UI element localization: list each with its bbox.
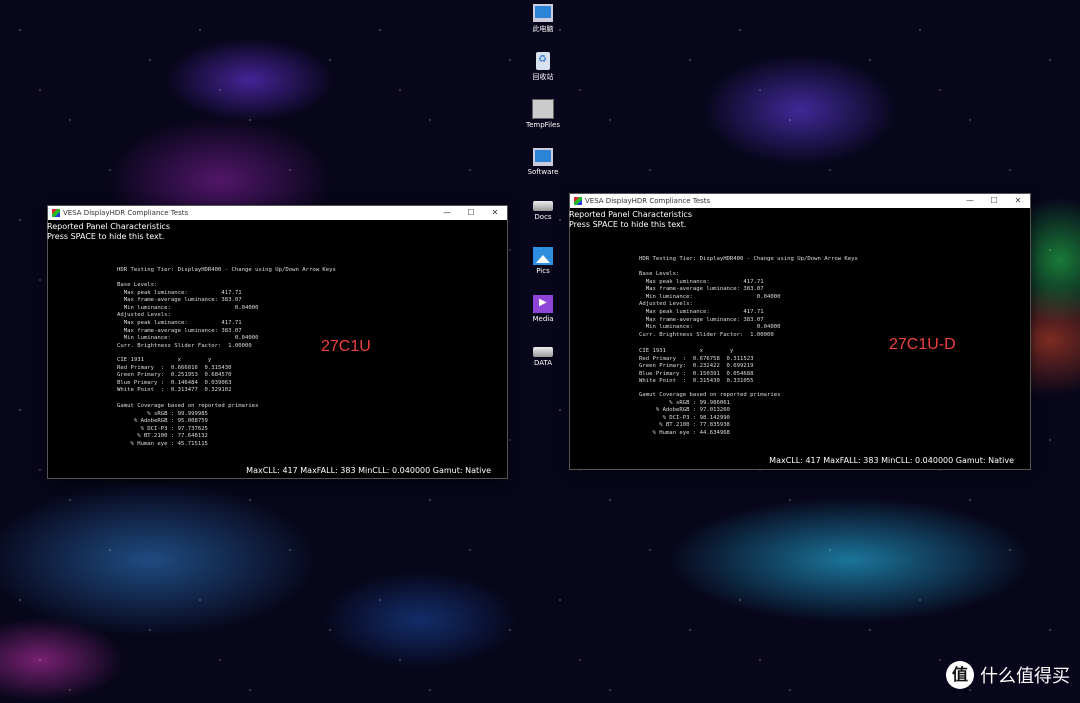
desktop-icon-label: Docs <box>534 213 552 221</box>
notice-heading: Reported Panel Characteristics <box>47 222 170 231</box>
close-button[interactable]: ✕ <box>483 206 507 220</box>
luminance-levels: Base Levels: Max peak luminance: 417.71 … <box>117 282 259 349</box>
desktop-icon-this-pc[interactable]: 此电脑 <box>522 2 564 34</box>
desktop-icon-software[interactable]: Software <box>522 146 564 176</box>
tier-line: HDR Testing Tier: DisplayHDR400 - Change… <box>639 256 858 262</box>
desktop-icon-label: Software <box>527 168 559 176</box>
desktop-icon-label: Pics <box>536 267 550 275</box>
drive-icon <box>533 347 553 357</box>
desktop-icon-label: Media <box>532 315 554 323</box>
gamut-coverage: Gamut Coverage based on reported primari… <box>117 403 259 447</box>
desktop-icon-label: TempFiles <box>525 121 560 129</box>
vesa-window-right[interactable]: VESA DisplayHDR Compliance Tests — ☐ ✕ R… <box>569 193 1031 470</box>
watermark-text: 什么值得买 <box>980 666 1070 687</box>
watermark-badge: 值 <box>946 661 974 689</box>
notice-heading: Reported Panel Characteristics <box>569 210 692 219</box>
panel-notice: Reported Panel Characteristics Press SPA… <box>47 220 507 242</box>
pictures-icon <box>533 247 553 265</box>
maximize-button[interactable]: ☐ <box>459 206 483 220</box>
cie-primaries: CIE 1931 x y Red Primary : 0.666016 0.31… <box>117 357 232 394</box>
recycle-bin-icon <box>536 52 550 70</box>
monitor-icon <box>533 4 553 22</box>
desktop-icon-label: 此电脑 <box>532 25 554 33</box>
desktop-icon-docs[interactable]: Docs <box>522 195 564 221</box>
media-icon <box>533 295 553 313</box>
window-title: VESA DisplayHDR Compliance Tests <box>585 197 711 205</box>
luminance-levels: Base Levels: Max peak luminance: 417.71 … <box>639 271 781 338</box>
desktop-icon-label: 回收站 <box>532 73 554 81</box>
notice-hint: Press SPACE to hide this text. <box>569 220 687 229</box>
desktop-icon-recycle-bin[interactable]: 回收站 <box>522 50 564 82</box>
watermark: 值 什么值得买 <box>946 661 1070 689</box>
tier-line: HDR Testing Tier: DisplayHDR400 - Change… <box>117 267 336 273</box>
window-title: VESA DisplayHDR Compliance Tests <box>63 209 189 217</box>
status-line: MaxCLL: 417 MaxFALL: 383 MinCLL: 0.04000… <box>769 456 1014 465</box>
drive-icon <box>533 201 553 211</box>
desktop-icon-tempfiles[interactable]: TempFiles <box>522 97 564 129</box>
close-button[interactable]: ✕ <box>1006 194 1030 208</box>
cie-primaries: CIE 1931 x y Red Primary : 0.676758 0.31… <box>639 348 754 385</box>
desktop-icon-pics[interactable]: Pics <box>522 245 564 275</box>
desktop-icon-media[interactable]: Media <box>522 293 564 323</box>
minimize-button[interactable]: — <box>435 206 459 220</box>
maximize-button[interactable]: ☐ <box>982 194 1006 208</box>
monitor-label: 27C1U <box>321 338 371 355</box>
monitor-label: 27C1U-D <box>889 336 956 353</box>
vesa-app-icon <box>574 197 582 205</box>
desktop-icon-data[interactable]: DATA <box>522 341 564 367</box>
title-bar[interactable]: VESA DisplayHDR Compliance Tests — ☐ ✕ <box>48 206 507 220</box>
notice-hint: Press SPACE to hide this text. <box>47 232 165 241</box>
vesa-app-icon <box>52 209 60 217</box>
monitor-icon <box>533 148 553 166</box>
panel-notice: Reported Panel Characteristics Press SPA… <box>569 208 1030 230</box>
title-bar[interactable]: VESA DisplayHDR Compliance Tests — ☐ ✕ <box>570 194 1030 208</box>
gamut-coverage: Gamut Coverage based on reported primari… <box>639 392 781 436</box>
desktop-icon-label: DATA <box>533 359 553 367</box>
minimize-button[interactable]: — <box>958 194 982 208</box>
folder-icon <box>532 99 554 119</box>
vesa-window-left[interactable]: VESA DisplayHDR Compliance Tests — ☐ ✕ R… <box>47 205 508 479</box>
status-line: MaxCLL: 417 MaxFALL: 383 MinCLL: 0.04000… <box>246 466 491 475</box>
